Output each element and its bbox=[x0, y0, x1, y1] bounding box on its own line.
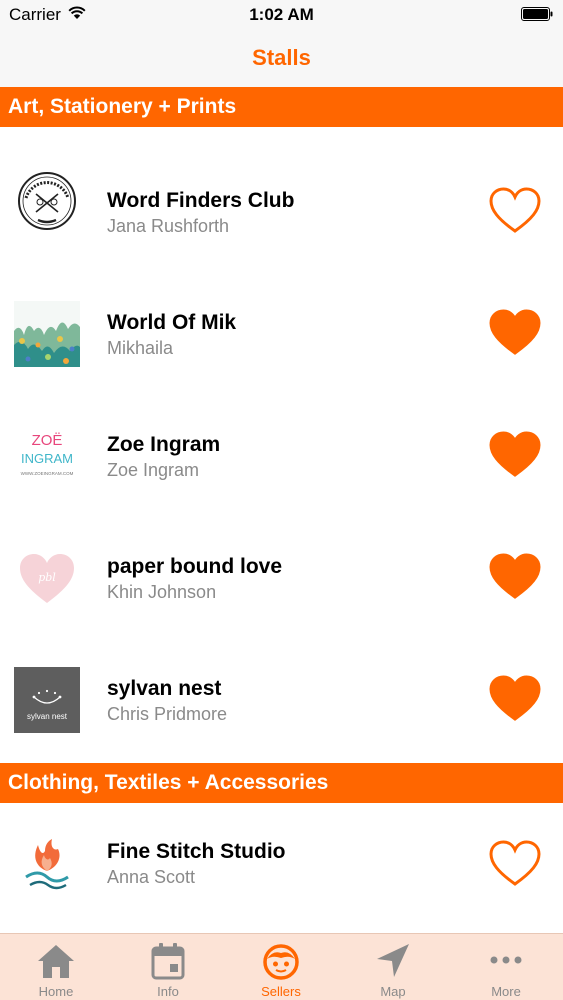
sylvan-nest-logo: sylvan nest bbox=[14, 667, 80, 733]
favorite-heart-filled-icon[interactable] bbox=[488, 430, 542, 480]
tab-label: Sellers bbox=[261, 984, 301, 999]
sellers-face-icon bbox=[263, 944, 299, 980]
section-header-art-stationery-prints: Art, Stationery + Prints bbox=[0, 87, 563, 127]
calendar-icon bbox=[151, 943, 185, 980]
tab-sellers[interactable]: Sellers bbox=[225, 934, 337, 1000]
stall-row-fine-stitch-studio[interactable]: Fine Stitch Studio Anna Scott bbox=[0, 803, 563, 925]
stall-row-zoe-ingram[interactable]: ZOË INGRAM WWW.ZOEINGRAM.COM Zoe Ingram … bbox=[0, 384, 563, 506]
section-header-clothing-textiles-accessories: Clothing, Textiles + Accessories bbox=[0, 763, 563, 803]
stall-owner: Jana Rushforth bbox=[107, 216, 230, 236]
page-title: Stalls bbox=[252, 45, 311, 70]
stall-title: World Of Mik bbox=[107, 311, 237, 334]
tab-home[interactable]: Home bbox=[0, 934, 112, 1000]
tab-label: Info bbox=[157, 984, 179, 999]
tab-bar: Home Info Sellers Map More bbox=[0, 933, 563, 1000]
stall-row-word-finders-club[interactable]: Word Finders Club Jana Rushforth bbox=[0, 140, 563, 262]
stall-row-sylvan-nest[interactable]: sylvan nest sylvan nest Chris Pridmore bbox=[0, 628, 563, 750]
tab-info[interactable]: Info bbox=[112, 934, 224, 1000]
stall-owner: Anna Scott bbox=[107, 867, 196, 887]
word-finders-club-logo bbox=[18, 172, 76, 230]
stall-row-paper-bound-love[interactable]: pbl paper bound love Khin Johnson bbox=[0, 506, 563, 628]
favorite-heart-filled-icon[interactable] bbox=[488, 552, 542, 602]
fine-stitch-studio-logo bbox=[14, 831, 80, 897]
tab-more[interactable]: More bbox=[450, 934, 562, 1000]
zoe-logo-url: WWW.ZOEINGRAM.COM bbox=[21, 471, 74, 476]
pink-heart-logo: pbl bbox=[14, 545, 80, 611]
tab-label: More bbox=[491, 984, 521, 999]
favorite-heart-outline-icon[interactable] bbox=[488, 839, 542, 889]
favorite-heart-filled-icon[interactable] bbox=[488, 674, 542, 724]
status-bar: Carrier 1:02 AM bbox=[0, 0, 563, 30]
pbl-logo-text: pbl bbox=[38, 571, 56, 584]
stall-title: Zoe Ingram bbox=[107, 433, 221, 456]
stall-owner: Mikhaila bbox=[107, 338, 174, 358]
navigation-bar: Stalls bbox=[0, 30, 563, 87]
stall-title: Word Finders Club bbox=[107, 189, 295, 212]
home-icon bbox=[38, 945, 74, 978]
leafy-illustration bbox=[14, 301, 80, 367]
favorite-heart-outline-icon[interactable] bbox=[488, 186, 542, 236]
tab-label: Map bbox=[380, 984, 406, 999]
tab-label: Home bbox=[38, 984, 74, 999]
stall-title: paper bound love bbox=[107, 555, 283, 578]
zoe-ingram-logo: ZOË INGRAM WWW.ZOEINGRAM.COM bbox=[14, 423, 80, 489]
tab-map[interactable]: Map bbox=[337, 934, 449, 1000]
stall-title: Fine Stitch Studio bbox=[107, 840, 286, 863]
stall-row-world-of-mik[interactable]: World Of Mik Mikhaila bbox=[0, 262, 563, 384]
favorite-heart-filled-icon[interactable] bbox=[488, 308, 542, 358]
more-dots-icon bbox=[490, 956, 522, 964]
zoe-logo-text: ZOË bbox=[32, 432, 63, 449]
ingram-logo-text: INGRAM bbox=[21, 451, 73, 466]
status-time: 1:02 AM bbox=[249, 5, 314, 24]
battery-icon bbox=[521, 7, 553, 21]
location-arrow-icon bbox=[377, 944, 409, 977]
stall-owner: Zoe Ingram bbox=[107, 460, 200, 480]
stall-title: sylvan nest bbox=[107, 677, 222, 700]
sylvan-nest-logo-text: sylvan nest bbox=[27, 712, 68, 721]
stall-owner: Chris Pridmore bbox=[107, 704, 228, 724]
stall-owner: Khin Johnson bbox=[107, 582, 217, 602]
